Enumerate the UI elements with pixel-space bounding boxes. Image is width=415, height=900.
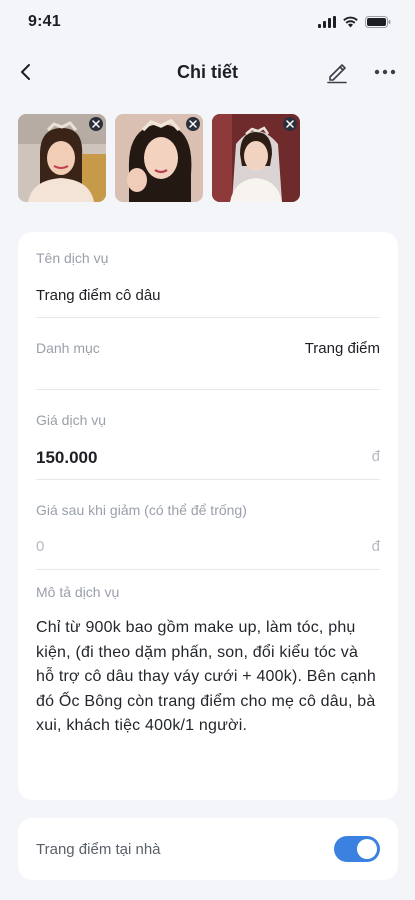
discount-price-field[interactable]: Giá sau khi giảm (có thể để trống) 0 đ <box>36 480 380 570</box>
service-form-card: Tên dịch vụ Trang điểm cô dâu Danh mục T… <box>18 232 398 800</box>
nav-bar: Chi tiết <box>0 44 415 100</box>
page-title: Chi tiết <box>177 61 238 82</box>
price-field[interactable]: Giá dịch vụ 150.000 đ <box>36 390 380 480</box>
price-input[interactable]: 150.000 <box>36 448 97 468</box>
close-icon[interactable] <box>89 117 103 131</box>
toggle-knob <box>357 839 377 859</box>
category-label: Danh mục <box>36 340 100 356</box>
description-label: Mô tả dịch vụ <box>36 584 120 600</box>
signal-icon <box>318 16 336 28</box>
service-name-field[interactable]: Tên dịch vụ Trang điểm cô dâu <box>36 232 380 318</box>
service-name-input[interactable]: Trang điểm cô dâu <box>36 287 161 304</box>
bride-photo-2[interactable] <box>115 114 203 202</box>
discount-price-currency: đ <box>371 538 380 555</box>
home-service-toggle[interactable] <box>334 836 380 862</box>
description-text[interactable]: Chỉ từ 900k bao gồm make up, làm tóc, ph… <box>36 616 380 739</box>
pencil-edit-icon[interactable] <box>323 58 351 86</box>
service-name-label: Tên dịch vụ <box>36 250 109 266</box>
home-service-label: Trang điểm tại nhà <box>36 840 161 858</box>
discount-price-label: Giá sau khi giảm (có thể để trống) <box>36 502 247 518</box>
price-label: Giá dịch vụ <box>36 412 107 428</box>
bride-photo-3[interactable] <box>212 114 300 202</box>
photo-gallery <box>0 100 415 204</box>
category-value[interactable]: Trang điểm <box>305 340 380 357</box>
category-field[interactable]: Danh mục Trang điểm <box>36 318 380 390</box>
bride-photo-1[interactable] <box>18 114 106 202</box>
status-time: 9:41 <box>28 13 61 30</box>
discount-price-input[interactable]: 0 <box>36 538 44 555</box>
wifi-icon <box>343 16 358 28</box>
price-currency: đ <box>371 448 380 465</box>
battery-icon <box>365 16 391 28</box>
close-icon[interactable] <box>283 117 297 131</box>
description-field[interactable]: Mô tả dịch vụ Chỉ từ 900k bao gồm make u… <box>36 570 380 739</box>
close-icon[interactable] <box>186 117 200 131</box>
more-horizontal-icon[interactable] <box>371 58 399 86</box>
status-icons <box>318 16 391 28</box>
home-service-card: Trang điểm tại nhà <box>18 818 398 880</box>
back-arrow-icon[interactable] <box>12 58 40 86</box>
status-bar: 9:41 <box>0 0 415 44</box>
